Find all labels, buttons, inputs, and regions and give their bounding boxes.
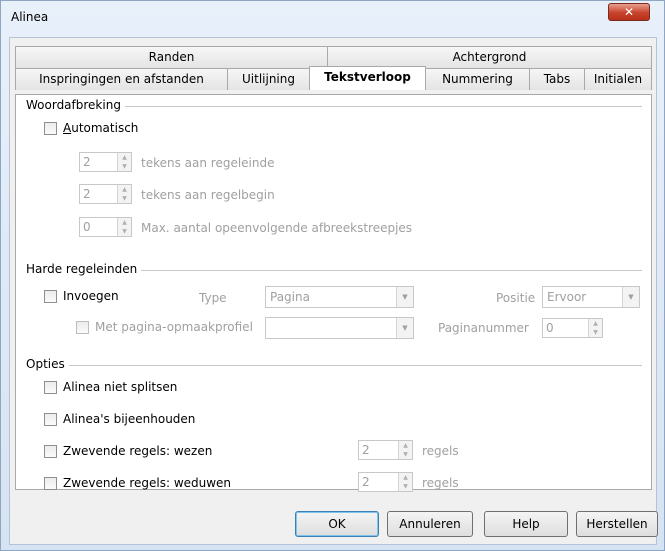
begin-chars-spinbox[interactable]: 2 ▲ ▼ [79, 184, 132, 204]
end-chars-spinbox[interactable]: 2 ▲ ▼ [79, 152, 132, 172]
dont-split-checkbox[interactable] [44, 381, 57, 394]
reset-button[interactable]: Herstellen [576, 511, 658, 537]
spin-arrows-icon[interactable]: ▲ ▼ [117, 218, 131, 236]
max-hyphens-spinbox[interactable]: 0 ▲ ▼ [79, 217, 132, 237]
insert-break-checkbox[interactable] [44, 290, 57, 303]
spin-arrows-icon[interactable]: ▲ ▼ [588, 319, 602, 337]
keep-together-checkbox[interactable] [44, 413, 57, 426]
orphans-spinbox[interactable]: 2 ▲ ▼ [358, 440, 413, 460]
widows-checkbox[interactable] [44, 477, 57, 490]
title-bar: Alinea ✕ [1, 1, 664, 37]
position-combobox[interactable]: Ervoor ▼ [542, 286, 640, 308]
tab-inspringingen[interactable]: Inspringingen en afstanden [15, 68, 228, 90]
dropdown-arrow-icon[interactable]: ▼ [622, 287, 639, 307]
orphans-checkbox[interactable] [44, 445, 57, 458]
close-button[interactable]: ✕ [608, 3, 650, 21]
spin-arrows-icon[interactable]: ▲ ▼ [117, 185, 131, 203]
begin-chars-value: 2 [83, 187, 91, 201]
orphans-value: 2 [362, 443, 370, 457]
help-button[interactable]: Help [484, 511, 568, 537]
orphans-unit: regels [422, 444, 459, 458]
page-number-label: Paginanummer [438, 321, 529, 335]
tab-initialen[interactable]: Initialen [584, 68, 652, 90]
ok-button[interactable]: OK [295, 511, 379, 537]
type-value: Pagina [270, 290, 310, 304]
tab-panel-tekstverloop: Woordafbreking Automatisch 2 ▲ ▼ tekens a… [15, 94, 652, 492]
group-divider [26, 365, 642, 366]
tab-uitlijning[interactable]: Uitlijning [227, 68, 310, 90]
keep-together-label: Alinea's bijeenhouden [63, 412, 196, 426]
widows-spinbox[interactable]: 2 ▲ ▼ [358, 472, 413, 492]
automatic-label: Automatisch [63, 121, 139, 135]
page-style-combobox[interactable]: ▼ [265, 317, 414, 339]
tab-tekstverloop[interactable]: Tekstverloop [309, 66, 426, 90]
spin-arrows-icon[interactable]: ▲ ▼ [398, 441, 412, 459]
options-group-label: Opties [26, 357, 69, 371]
close-icon: ✕ [623, 5, 635, 19]
page-number-spinbox[interactable]: 0 ▲ ▼ [542, 318, 603, 338]
window-title: Alinea [11, 10, 49, 24]
begin-chars-label: tekens aan regelbegin [141, 188, 275, 202]
end-chars-label: tekens aan regeleinde [141, 156, 275, 170]
widows-unit: regels [422, 476, 459, 490]
type-combobox[interactable]: Pagina ▼ [265, 286, 414, 308]
dialog-client: Randen Achtergrond Inspringingen en afst… [9, 37, 658, 545]
dropdown-arrow-icon[interactable]: ▼ [396, 318, 413, 338]
spin-arrows-icon[interactable]: ▲ ▼ [117, 153, 131, 171]
end-chars-value: 2 [83, 155, 91, 169]
position-label: Positie [496, 291, 536, 305]
max-hyphens-value: 0 [83, 220, 91, 234]
tab-randen[interactable]: Randen [15, 46, 328, 68]
with-page-style-checkbox[interactable] [76, 321, 89, 334]
widows-value: 2 [362, 475, 370, 489]
dont-split-label: Alinea niet splitsen [63, 380, 178, 394]
automatic-checkbox[interactable] [44, 122, 57, 135]
max-hyphens-label: Max. aantal opeenvolgende afbreekstreepj… [141, 221, 413, 235]
hyphenation-group-label: Woordafbreking [26, 98, 125, 112]
spin-arrows-icon[interactable]: ▲ ▼ [398, 473, 412, 491]
position-value: Ervoor [547, 290, 587, 304]
breaks-group-label: Harde regeleinden [26, 262, 142, 276]
cancel-button[interactable]: Annuleren [387, 511, 473, 537]
page-number-value: 0 [546, 321, 554, 335]
insert-break-label: Invoegen [63, 289, 119, 303]
tab-nummering[interactable]: Nummering [425, 68, 530, 90]
type-label: Type [199, 291, 227, 305]
orphans-label: Zwevende regels: wezen [63, 444, 213, 458]
widows-label: Zwevende regels: weduwen [63, 476, 232, 490]
tab-achtergrond[interactable]: Achtergrond [327, 46, 652, 68]
dialog-window: Alinea ✕ Randen Achtergrond Inspringinge… [0, 0, 665, 551]
tab-tabs[interactable]: Tabs [529, 68, 585, 90]
dropdown-arrow-icon[interactable]: ▼ [396, 287, 413, 307]
with-page-style-label: Met pagina-opmaakprofiel [95, 320, 253, 334]
